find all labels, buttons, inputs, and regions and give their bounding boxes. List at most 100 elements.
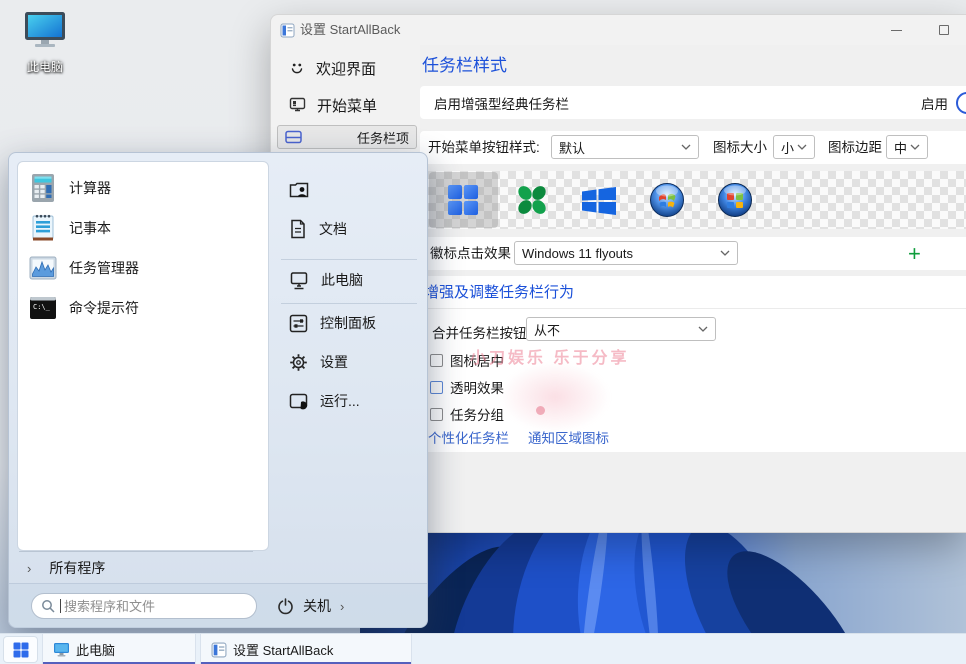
style-option-win7-orb[interactable]	[649, 182, 685, 223]
logo-click-label: 徽标点击效果	[430, 237, 511, 270]
place-item-documents[interactable]: 文档	[275, 212, 423, 246]
taskbar-button-startallback[interactable]: 设置 StartAllBack	[200, 634, 412, 664]
checkbox-transparency[interactable]: 透明效果	[430, 375, 504, 399]
shutdown-button[interactable]: 关机 ›	[277, 596, 344, 616]
windows11-logo-icon	[13, 642, 29, 658]
shutdown-label: 关机	[303, 596, 331, 616]
smiley-icon	[289, 60, 305, 76]
divider	[19, 551, 253, 552]
desktop-icon-label: 此电脑	[12, 58, 78, 75]
all-programs-button[interactable]: › 所有程序	[27, 555, 105, 581]
divider	[420, 308, 966, 309]
notepad-icon	[28, 213, 58, 243]
desktop: 此电脑 小刀娱乐 乐于分享 设置 StartAllBack	[0, 0, 966, 664]
icon-size-select[interactable]: 小	[773, 135, 815, 159]
chevron-down-icon	[797, 144, 807, 150]
chevron-down-icon	[698, 326, 708, 332]
sidebar-item-label: 任务栏项	[357, 128, 409, 147]
logo-click-select[interactable]: Windows 11 flyouts	[514, 241, 738, 265]
control-panel-icon	[289, 314, 308, 333]
icon-margin-value: 中	[894, 138, 907, 157]
icon-margin-select[interactable]: 中	[886, 135, 928, 159]
power-icon	[277, 598, 294, 615]
program-label: 命令提示符	[69, 298, 139, 318]
minimize-button[interactable]	[875, 15, 917, 45]
checkbox-task-grouping[interactable]: 任务分组	[430, 402, 504, 426]
taskbar-button-this-pc[interactable]: 此电脑	[42, 634, 196, 664]
start-menu-footer: 关机 ›	[9, 583, 427, 628]
divider	[281, 303, 417, 304]
chevron-down-icon	[720, 250, 730, 256]
combine-label: 合并任务栏按钮	[432, 322, 527, 342]
toggle-label: 启用	[921, 93, 948, 113]
gear-icon	[289, 353, 308, 372]
enable-label: 启用增强型经典任务栏	[420, 93, 569, 113]
windows8-logo-icon	[582, 187, 616, 215]
sidebar-item-label: 开始菜单	[317, 95, 377, 116]
place-item-run[interactable]: 运行...	[275, 384, 423, 418]
program-item-notepad[interactable]: 记事本	[22, 208, 262, 248]
taskbar-settings-panel: 任务栏样式 启用增强型经典任务栏 启用 开始菜单按钮样式: 默认 图标大小 小	[420, 45, 966, 532]
program-label: 计算器	[69, 178, 111, 198]
chevron-right-icon: ›	[340, 599, 344, 614]
place-item-control-panel[interactable]: 控制面板	[275, 306, 423, 340]
style-option-win8[interactable]	[582, 187, 616, 220]
taskbar-pane-icon	[285, 130, 302, 144]
place-item-user[interactable]	[275, 173, 423, 207]
maximize-button[interactable]	[923, 15, 965, 45]
checkbox-label: 图标居中	[450, 350, 504, 370]
titlebar[interactable]: 设置 StartAllBack	[271, 15, 966, 45]
start-menu-programs-panel: 计算器 记事本 任务管理器	[17, 161, 269, 551]
combine-select[interactable]: 从不	[526, 317, 716, 341]
checkbox-icon	[430, 408, 443, 421]
taskbar: 此电脑 设置 StartAllBack	[0, 633, 966, 664]
task-manager-icon	[28, 253, 58, 283]
taskbar-button-label: 此电脑	[76, 640, 115, 659]
behavior-heading: 增强及调整任务栏行为	[424, 281, 574, 302]
page-title: 任务栏样式	[422, 51, 507, 76]
sidebar-item-taskbar[interactable]: 任务栏项	[277, 125, 417, 149]
program-item-calculator[interactable]: 计算器	[22, 168, 262, 208]
place-label: 此电脑	[321, 270, 363, 290]
desktop-icon-this-pc[interactable]: 此电脑	[12, 10, 78, 75]
maximize-icon	[939, 25, 949, 35]
add-button[interactable]: +	[908, 237, 921, 270]
sidebar-item-welcome[interactable]: 欢迎界面	[277, 51, 417, 85]
search-input[interactable]	[64, 599, 234, 614]
chevron-right-icon: ›	[27, 561, 31, 576]
all-programs-label: 所有程序	[49, 558, 105, 578]
combine-value: 从不	[534, 320, 560, 339]
program-item-cmd[interactable]: C:\_ 命令提示符	[22, 288, 262, 328]
style-select[interactable]: 默认	[551, 135, 699, 159]
style-option-clover[interactable]	[515, 184, 549, 221]
calculator-icon	[28, 173, 58, 203]
chevron-down-icon	[681, 144, 691, 150]
start-button-style-row: 开始菜单按钮样式: 默认 图标大小 小 图标边距 中	[420, 131, 966, 164]
windows7-orb-icon	[649, 182, 685, 218]
document-icon	[289, 219, 307, 239]
icon-size-label: 图标大小	[713, 131, 767, 164]
place-item-this-pc[interactable]: 此电脑	[275, 263, 423, 297]
checkbox-label: 透明效果	[450, 377, 504, 397]
minimize-icon	[891, 30, 902, 31]
enable-toggle[interactable]	[956, 92, 966, 114]
link-notification-area-icons[interactable]: 通知区域图标	[528, 427, 609, 447]
link-personalize-taskbar[interactable]: 个性化任务栏	[428, 427, 509, 447]
place-item-settings[interactable]: 设置	[275, 345, 423, 379]
style-label: 开始菜单按钮样式:	[428, 131, 540, 164]
style-option-vista-orb[interactable]	[717, 182, 753, 223]
checkbox-center-icons[interactable]: 图标居中	[430, 348, 504, 372]
run-icon	[289, 392, 308, 411]
windows11-logo-icon	[447, 184, 479, 216]
start-button[interactable]	[3, 636, 38, 663]
vista-orb-icon	[717, 182, 753, 218]
place-label: 运行...	[320, 391, 360, 411]
program-item-taskmanager[interactable]: 任务管理器	[22, 248, 262, 288]
window-title: 设置 StartAllBack	[300, 15, 400, 45]
this-pc-icon	[22, 10, 68, 50]
startallback-app-icon	[211, 642, 227, 658]
taskbar-button-label: 设置 StartAllBack	[233, 640, 333, 659]
sidebar-item-startmenu[interactable]: 开始菜单	[277, 88, 417, 122]
style-option-win11[interactable]	[447, 184, 479, 221]
search-box[interactable]	[31, 593, 257, 619]
